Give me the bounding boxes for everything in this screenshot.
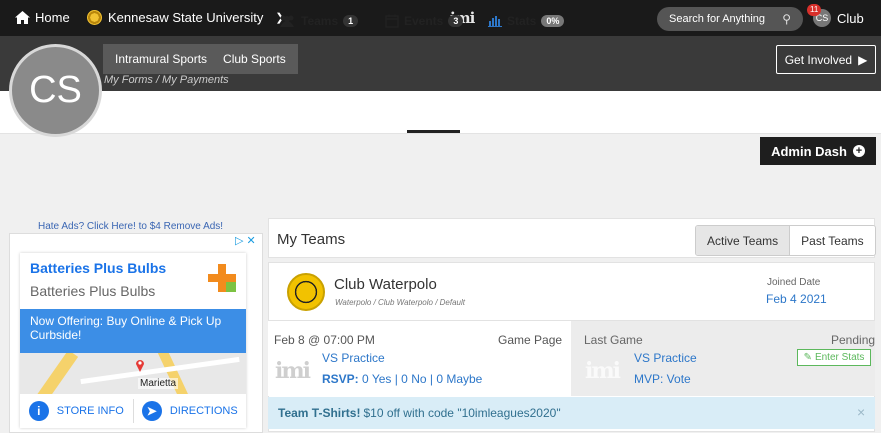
map-town-label: Marietta [138, 378, 179, 389]
users-icon [280, 15, 294, 27]
team-name[interactable]: Club Waterpolo [334, 276, 437, 293]
league-logo-watermark: imi [275, 358, 311, 384]
tab-teams-label: Teams [301, 14, 339, 28]
joined-date-value: Feb 4 2021 [766, 292, 827, 306]
game-page-link[interactable]: Game Page [498, 333, 562, 347]
school-selector[interactable]: Kennesaw State University ❯ [87, 10, 285, 25]
search-button[interactable]: Search for Anything ⚲ [657, 7, 803, 31]
tab-teams[interactable]: Teams 1 [278, 14, 359, 28]
notification-badge: 11 [807, 4, 822, 16]
tab-club-sports[interactable]: Club Sports [223, 52, 286, 66]
league-logo-watermark-2: imi [585, 358, 621, 384]
team-logo[interactable] [287, 273, 325, 311]
last-game-status: Pending [831, 333, 876, 347]
calendar-icon [385, 14, 399, 28]
team-filter-toggle: Active Teams Past Teams [695, 225, 876, 256]
tab-events-label: Events [404, 14, 444, 28]
active-teams-button[interactable]: Active Teams [696, 226, 791, 255]
tab-stats-label: Stats [507, 14, 537, 28]
sport-tabs: Intramural Sports Club Sports [103, 44, 298, 74]
next-game-opponent[interactable]: VS Practice [322, 351, 385, 365]
school-seal-icon [87, 10, 102, 25]
ad-brand-plus-icon [208, 264, 236, 292]
play-arrow-icon: ▶ [858, 52, 868, 67]
mvp-vote-link[interactable]: MVP: Vote [634, 372, 691, 386]
directions-button[interactable]: ➤ DIRECTIONS [134, 401, 247, 421]
ad-choices-icon[interactable]: ▷ ✕ [235, 234, 256, 247]
store-info-button[interactable]: i STORE INFO [20, 401, 133, 421]
team-division-path: Waterpolo / Club Waterpolo / Default [335, 298, 465, 307]
edit-icon: ✎ [803, 352, 812, 363]
promo-title: Team T-Shirts! [278, 406, 361, 420]
last-game-opponent[interactable]: VS Practice [634, 351, 697, 365]
user-menu[interactable]: CS 11 Club [807, 4, 864, 27]
rsvp-label: RSVP: [322, 372, 359, 386]
past-teams-button[interactable]: Past Teams [790, 226, 875, 255]
active-tab-indicator [407, 130, 460, 133]
ad-banner[interactable]: Now Offering: Buy Online & Pick Up Curbs… [20, 309, 246, 353]
ad-title[interactable]: Batteries Plus Bulbs [30, 260, 166, 276]
rsvp-counts: 0 Yes | 0 No | 0 Maybe [362, 372, 483, 386]
ad-footer: i STORE INFO ➤ DIRECTIONS [20, 394, 246, 428]
promo-text: $10 off with code "10imleagues2020" [363, 406, 561, 420]
my-teams-title: My Teams [277, 231, 346, 248]
tab-stats[interactable]: Stats 0% [488, 14, 565, 28]
store-info-label: STORE INFO [56, 405, 124, 417]
enter-stats-label: Enter Stats [814, 352, 865, 363]
user-menu-label: Club [837, 10, 864, 26]
plus-circle-icon: + [852, 145, 865, 157]
promo-alert: Team T-Shirts! $10 off with code "10imle… [268, 397, 875, 429]
home-label: Home [35, 10, 70, 25]
profile-avatar[interactable]: CS [9, 44, 102, 137]
joined-date-label: Joined Date [767, 277, 821, 288]
directions-icon: ➤ [141, 401, 162, 421]
tab-teams-count: 1 [343, 15, 359, 27]
search-icon: ⚲ [782, 12, 791, 26]
main-tabbar [0, 91, 881, 134]
admin-dash-button[interactable]: Admin Dash + [760, 137, 876, 165]
school-name: Kennesaw State University [108, 10, 264, 25]
ad-map[interactable]: Marietta [20, 353, 246, 394]
map-pin-icon [136, 360, 144, 372]
enter-stats-button[interactable]: ✎ Enter Stats [797, 349, 871, 366]
remove-ads-link[interactable]: Hate Ads? Click Here! to $4 Remove Ads! [38, 221, 223, 232]
tab-events-count: 3 [448, 15, 464, 27]
tab-stats-count: 0% [541, 15, 565, 27]
close-icon[interactable]: × [857, 404, 865, 420]
bar-chart-icon [488, 16, 502, 27]
tab-intramural-sports[interactable]: Intramural Sports [115, 52, 207, 66]
admin-dash-label: Admin Dash [771, 143, 847, 159]
search-label: Search for Anything [669, 13, 766, 25]
directions-label: DIRECTIONS [169, 405, 238, 417]
last-game-label: Last Game [584, 333, 643, 347]
user-avatar: CS 11 [807, 4, 831, 27]
home-icon [15, 11, 30, 24]
info-icon: i [28, 401, 49, 421]
rsvp-row[interactable]: RSVP: 0 Yes | 0 No | 0 Maybe [322, 372, 482, 386]
tab-events[interactable]: Events 3 [385, 14, 464, 28]
get-involved-label: Get Involved [784, 52, 853, 67]
next-game-datetime: Feb 8 @ 07:00 PM [274, 333, 375, 347]
ad-subtitle: Batteries Plus Bulbs [30, 283, 156, 299]
profile-links[interactable]: My Forms / My Payments [104, 74, 229, 86]
home-link[interactable]: Home [15, 10, 70, 25]
get-involved-button[interactable]: Get Involved ▶ [776, 45, 876, 74]
